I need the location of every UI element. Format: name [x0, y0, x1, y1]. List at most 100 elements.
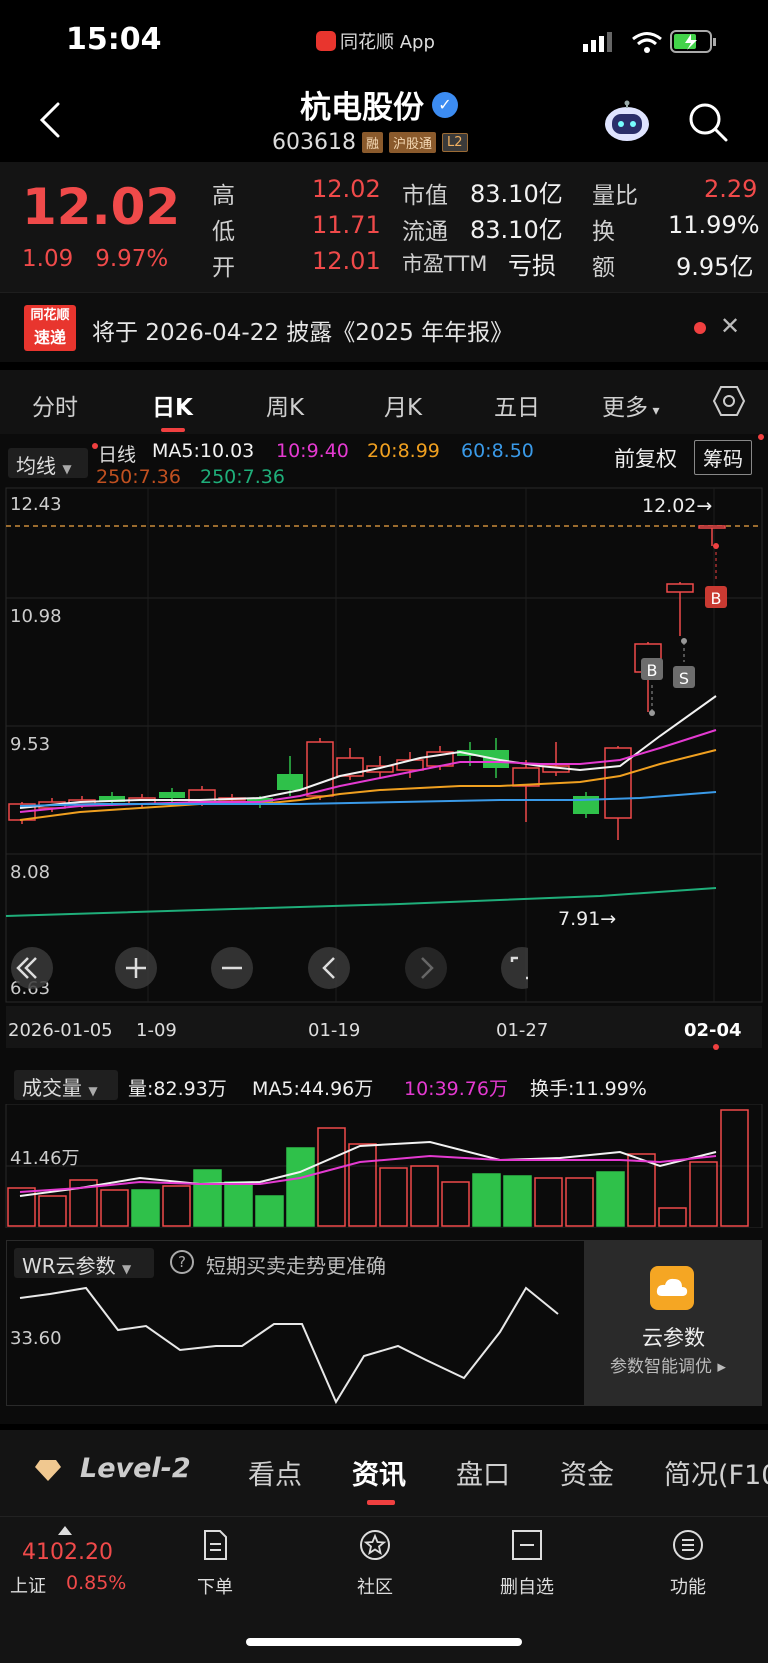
volume-bar — [472, 1173, 501, 1227]
price-change: 1.09 — [22, 246, 74, 272]
change-row: 1.09 9.97% — [22, 246, 168, 272]
low-annotation: 7.91→ — [558, 908, 616, 930]
volume-bar — [348, 1143, 377, 1227]
volume-bar — [534, 1177, 563, 1227]
remove-watchlist-icon — [512, 1530, 542, 1560]
news-text[interactable]: 将于 2026-04-22 披露《2025 年年报》 — [92, 313, 513, 347]
connect-tag: 沪股通 — [389, 132, 437, 153]
tab-monthly[interactable]: 月K — [384, 388, 422, 422]
wr-select-label: WR云参数 — [22, 1254, 116, 1278]
index-value[interactable]: 4102.20 — [22, 1540, 113, 1565]
ma-period: 日线 — [98, 444, 137, 466]
tab-intraday[interactable]: 分时 — [32, 388, 78, 422]
volume-turnover: 换手:11.99% — [530, 1078, 647, 1100]
ma60-value: 60:8.50 — [461, 440, 534, 462]
scroll-left-icon — [308, 947, 350, 989]
community-button[interactable]: 社区 — [335, 1528, 415, 1599]
date-label: 02-04 — [684, 1020, 742, 1041]
level2-tag: L2 — [442, 133, 468, 152]
low-label: 低 — [212, 219, 235, 245]
menu-icon — [673, 1530, 703, 1560]
back-icon[interactable] — [36, 100, 64, 140]
volume-bar — [720, 1109, 749, 1227]
chevron-down-icon: ▾ — [648, 403, 660, 419]
price-axis-label: 12.43 — [10, 494, 62, 515]
ma250a-value: 250:7.36 — [96, 466, 181, 488]
volume-bar — [441, 1181, 470, 1227]
low-value: 11.71 — [312, 211, 381, 239]
kline-chart[interactable]: B S B 12.02→ 7.91→ 12.43 10.98 9.53 8.08… — [0, 486, 768, 1006]
tab-profile[interactable]: 简况(F10 — [664, 1453, 768, 1492]
remove-watchlist-label: 删自选 — [500, 1577, 554, 1598]
close-icon[interactable]: ✕ — [720, 312, 740, 340]
volume-select[interactable]: 成交量 ▼ — [14, 1070, 118, 1100]
tab-more[interactable]: 更多 ▾ — [602, 388, 659, 422]
status-app-label: 同花顺 App — [340, 32, 435, 53]
chips-button[interactable]: 筹码 — [694, 440, 752, 475]
tab-highlights[interactable]: 看点 — [248, 1453, 302, 1492]
help-icon[interactable]: ? — [170, 1250, 194, 1274]
float-value: 83.10亿 — [470, 216, 563, 244]
volume-bar — [596, 1171, 625, 1227]
date-axis — [6, 1006, 762, 1048]
cloud-param-title: 云参数 — [642, 1326, 705, 1350]
signal-icon — [583, 32, 612, 52]
mktcap-label: 市值 — [402, 183, 448, 209]
ma250b-value: 250:7.36 — [200, 466, 285, 488]
tab-orderbook[interactable]: 盘口 — [456, 1453, 510, 1492]
tab-level2[interactable]: Level-2 — [80, 1453, 191, 1484]
chart-controls — [8, 946, 543, 992]
volume-bar — [503, 1175, 532, 1227]
settings-hex-icon[interactable] — [712, 384, 746, 418]
volume-bar — [317, 1127, 346, 1227]
volratio-label: 量比 — [592, 183, 638, 209]
float-label: 流通 — [402, 219, 448, 245]
zoom-in-icon — [115, 947, 157, 989]
turnover-value: 11.99% — [668, 211, 760, 239]
volume-bar — [689, 1161, 718, 1227]
tab-weekly[interactable]: 周K — [266, 388, 304, 422]
volume-bar — [565, 1177, 594, 1227]
price-axis-label: 9.53 — [10, 734, 50, 755]
tab-fiveday[interactable]: 五日 — [494, 388, 540, 422]
diamond-icon — [35, 1460, 61, 1481]
tab-funds[interactable]: 资金 — [560, 1453, 614, 1492]
ma10-value: 10:9.40 — [276, 440, 349, 462]
turnover-label: 换 — [592, 219, 615, 245]
robot-assistant-icon[interactable] — [602, 100, 652, 144]
page-title: 杭电股份 ✓ — [300, 82, 458, 127]
remove-watchlist-button[interactable]: 删自选 — [487, 1528, 567, 1599]
wr-select[interactable]: WR云参数 ▼ — [14, 1248, 154, 1278]
chevron-down-icon: ▼ — [88, 1084, 98, 1098]
margin-tag: 融 — [361, 132, 383, 153]
amount-label: 额 — [592, 255, 615, 281]
home-indicator — [246, 1638, 522, 1646]
ma20-value: 20:8.99 — [367, 440, 440, 462]
tab-daily[interactable]: 日K — [152, 388, 193, 422]
functions-label: 功能 — [670, 1577, 706, 1598]
volume-axis-label: 41.46万 — [10, 1148, 80, 1169]
search-icon[interactable] — [686, 100, 730, 144]
volume-chart[interactable]: 41.46万 — [0, 1104, 768, 1228]
cloud-icon — [650, 1266, 694, 1310]
functions-button[interactable]: 功能 — [648, 1528, 728, 1599]
buy-marker-2-label: B — [711, 589, 722, 608]
open-label: 开 — [212, 255, 235, 281]
ma-select[interactable]: 均线 ▼ — [8, 448, 88, 478]
date-dot — [713, 1044, 719, 1050]
order-button[interactable]: 下单 — [175, 1528, 255, 1599]
tab-news[interactable]: 资讯 — [352, 1453, 406, 1492]
news-logo: 同花顺 速递 — [24, 305, 76, 351]
volume-bars — [7, 1109, 749, 1227]
volume-bar — [255, 1195, 284, 1227]
wr-line — [19, 1286, 559, 1405]
index-name: 上证 — [10, 1576, 46, 1597]
volume-bar — [131, 1189, 160, 1227]
news-logo-top: 同花顺 — [30, 308, 70, 323]
chips-dot — [758, 434, 764, 440]
status-icons — [583, 30, 716, 53]
index-change: 0.85% — [66, 1572, 127, 1594]
wr-chart[interactable]: 33.60 — [6, 1280, 586, 1406]
adjust-toggle[interactable]: 前复权 — [614, 443, 677, 473]
volratio-value: 2.29 — [704, 175, 758, 203]
